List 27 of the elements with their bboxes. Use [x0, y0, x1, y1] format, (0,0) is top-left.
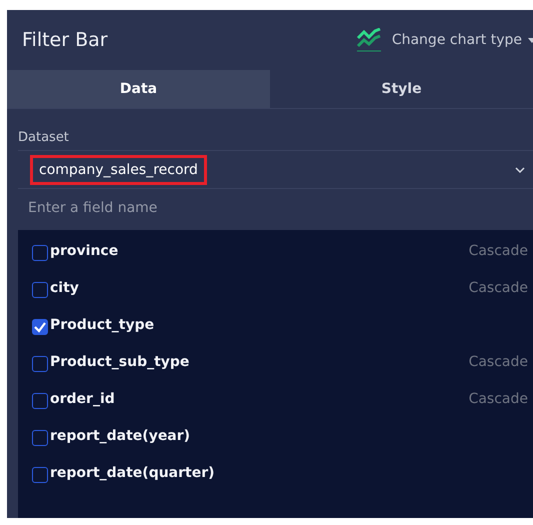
- checkbox[interactable]: [32, 356, 48, 372]
- checkbox[interactable]: [32, 392, 48, 408]
- panel-title: Filter Bar: [22, 29, 109, 51]
- cascade-label: Cascade: [468, 354, 528, 370]
- field-name: report_date(year): [50, 428, 192, 444]
- dataset-label: Dataset: [18, 130, 70, 147]
- search-field[interactable]: Enter a field name: [18, 191, 533, 225]
- checkbox[interactable]: [32, 318, 48, 334]
- tab[interactable]: Data: [7, 70, 270, 108]
- dataset-dropdown[interactable]: company_sales_record: [18, 150, 533, 189]
- checkbox[interactable]: [32, 282, 48, 298]
- field-name: Product_type: [50, 316, 156, 332]
- cascade-label: Cascade: [468, 390, 528, 406]
- highlighted-dataset-name: company_sales_record: [30, 154, 207, 184]
- field-name: city: [50, 280, 80, 296]
- field-name: report_date(quarter): [50, 464, 216, 480]
- checkbox[interactable]: [32, 466, 48, 482]
- line-chart-icon: [356, 28, 382, 52]
- cascade-label: Cascade: [468, 280, 528, 296]
- field-name: order_id: [50, 390, 116, 406]
- field-name: province: [50, 242, 120, 258]
- change-chart-type-button[interactable]: Change chart type: [356, 28, 528, 52]
- chevron-down-icon: [515, 166, 525, 172]
- cascade-label: Cascade: [468, 242, 528, 258]
- field-name: Product_sub_type: [50, 354, 190, 370]
- checkbox[interactable]: [32, 430, 48, 446]
- checkbox[interactable]: [32, 244, 48, 260]
